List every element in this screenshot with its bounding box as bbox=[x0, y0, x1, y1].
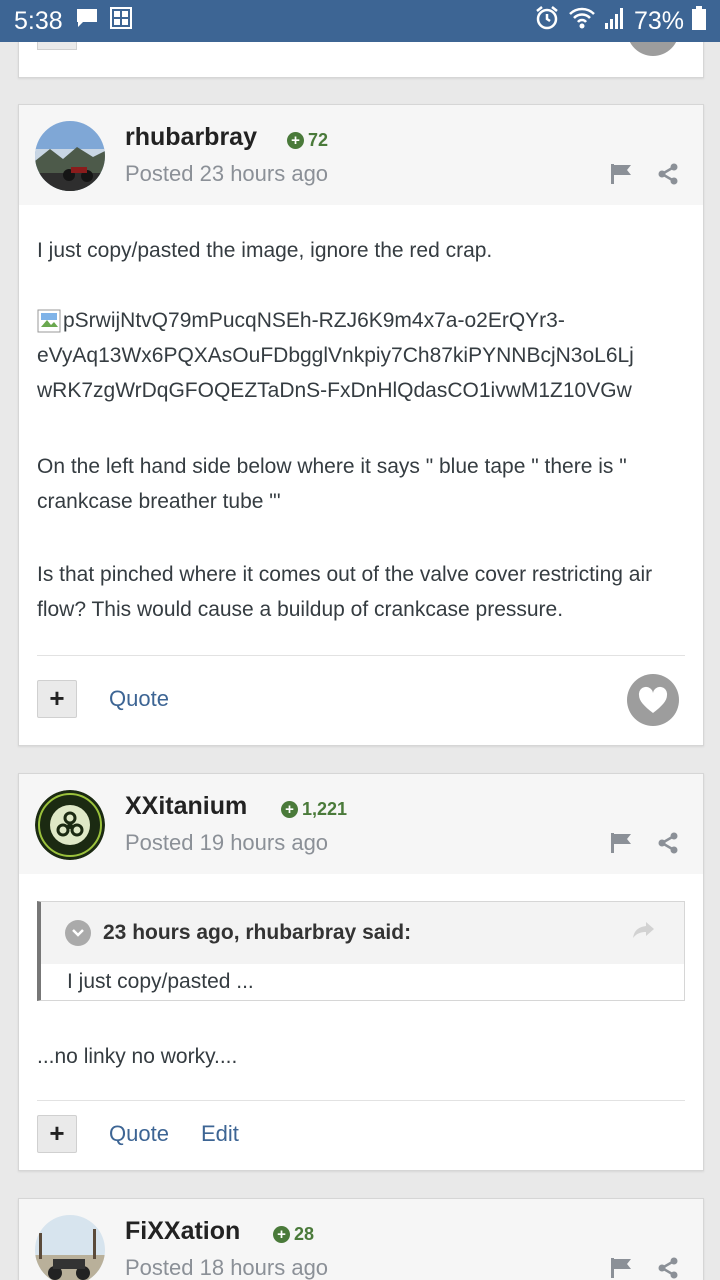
heart-icon bbox=[638, 686, 668, 713]
share-icon[interactable] bbox=[657, 1257, 679, 1280]
post-card: XXitanium + 1,221 Posted 19 hours ago 23… bbox=[18, 773, 704, 1171]
reputation-count: 1,221 bbox=[302, 799, 348, 819]
author-name[interactable]: FiXXation bbox=[125, 1217, 240, 1246]
signal-icon bbox=[604, 6, 626, 37]
post-header: FiXXation + 28 Posted 18 hours ago bbox=[19, 1199, 703, 1280]
author-name[interactable]: rhubarbray bbox=[125, 123, 257, 152]
post-tools bbox=[611, 163, 679, 190]
status-bar: 5:38 73% bbox=[0, 0, 720, 42]
post-tools bbox=[611, 1257, 679, 1280]
quote-block: 23 hours ago, rhubarbray said: I just co… bbox=[37, 901, 685, 1001]
edit-button[interactable]: Edit bbox=[201, 1121, 239, 1147]
post-paragraph: ...no linky no worky.... bbox=[37, 1045, 238, 1068]
wifi-icon bbox=[568, 6, 596, 37]
plus-button[interactable]: + bbox=[37, 1115, 77, 1153]
battery-icon bbox=[692, 5, 706, 37]
avatar[interactable] bbox=[35, 121, 105, 191]
reputation-badge: + 28 bbox=[273, 1224, 314, 1245]
like-button[interactable] bbox=[627, 674, 679, 726]
reputation-badge: + 72 bbox=[287, 130, 328, 151]
battery-percent: 73% bbox=[633, 6, 684, 35]
post-card: rhubarbray + 72 Posted 23 hours ago I ju… bbox=[18, 104, 704, 746]
post-header: XXitanium + 1,221 Posted 19 hours ago bbox=[19, 774, 703, 874]
avatar[interactable] bbox=[35, 790, 105, 860]
post-paragraph: I just copy/pasted the image, ignore the… bbox=[37, 239, 493, 262]
broken-image-alt-line: eVyAq13Wx6PQXAsOuFDbgglVnkpiy7Ch87kiPYNN… bbox=[37, 344, 634, 367]
post-timestamp[interactable]: Posted 18 hours ago bbox=[125, 1255, 328, 1280]
post-header: rhubarbray + 72 Posted 23 hours ago bbox=[19, 105, 703, 205]
flag-icon[interactable] bbox=[611, 833, 633, 858]
post-timestamp[interactable]: Posted 23 hours ago bbox=[125, 161, 328, 187]
message-icon bbox=[75, 7, 99, 36]
author-name[interactable]: XXitanium bbox=[125, 792, 247, 821]
post-footer: + Quote Edit bbox=[37, 1100, 685, 1170]
plus-circle-icon: + bbox=[281, 801, 298, 818]
quote-button[interactable]: Quote bbox=[109, 686, 169, 712]
gallery-icon bbox=[109, 6, 133, 37]
broken-image-icon bbox=[37, 309, 61, 333]
post-paragraph: On the left hand side below where it say… bbox=[37, 455, 627, 513]
post-paragraph: Is that pinched where it comes out of th… bbox=[37, 563, 653, 621]
share-icon[interactable] bbox=[657, 163, 679, 190]
plus-circle-icon: + bbox=[287, 132, 304, 149]
reputation-badge: + 1,221 bbox=[281, 799, 347, 820]
flag-icon[interactable] bbox=[611, 164, 633, 189]
reputation-count: 72 bbox=[308, 130, 329, 150]
avatar[interactable] bbox=[35, 1215, 105, 1280]
post-card: FiXXation + 28 Posted 18 hours ago bbox=[18, 1198, 704, 1280]
share-icon[interactable] bbox=[657, 832, 679, 859]
broken-image-alt-line: wRK7zgWrDqGFOQEZTaDnS-FxDnHlQdasCO1ivwM1… bbox=[37, 379, 632, 402]
broken-image[interactable]: pSrwijNtvQ79mPucqNSEh-RZJ6K9m4x7a-o2ErQY… bbox=[37, 303, 689, 408]
go-to-quote-icon[interactable] bbox=[632, 920, 656, 946]
quote-text: I just copy/pasted ... bbox=[67, 970, 254, 993]
chevron-down-icon[interactable] bbox=[65, 920, 91, 946]
alarm-icon bbox=[534, 5, 560, 38]
quote-button[interactable]: Quote bbox=[109, 1121, 169, 1147]
flag-icon[interactable] bbox=[611, 1258, 633, 1280]
plus-button[interactable]: + bbox=[37, 680, 77, 718]
post-timestamp[interactable]: Posted 19 hours ago bbox=[125, 830, 328, 856]
quote-header: 23 hours ago, rhubarbray said: bbox=[41, 902, 684, 964]
broken-image-alt-line: pSrwijNtvQ79mPucqNSEh-RZJ6K9m4x7a-o2ErQY… bbox=[63, 309, 565, 332]
quote-citation: 23 hours ago, rhubarbray said: bbox=[103, 921, 412, 944]
plus-circle-icon: + bbox=[273, 1226, 290, 1243]
post-footer: + Quote bbox=[37, 655, 685, 745]
reputation-count: 28 bbox=[294, 1224, 315, 1244]
status-time: 5:38 bbox=[14, 6, 63, 35]
post-tools bbox=[611, 832, 679, 859]
